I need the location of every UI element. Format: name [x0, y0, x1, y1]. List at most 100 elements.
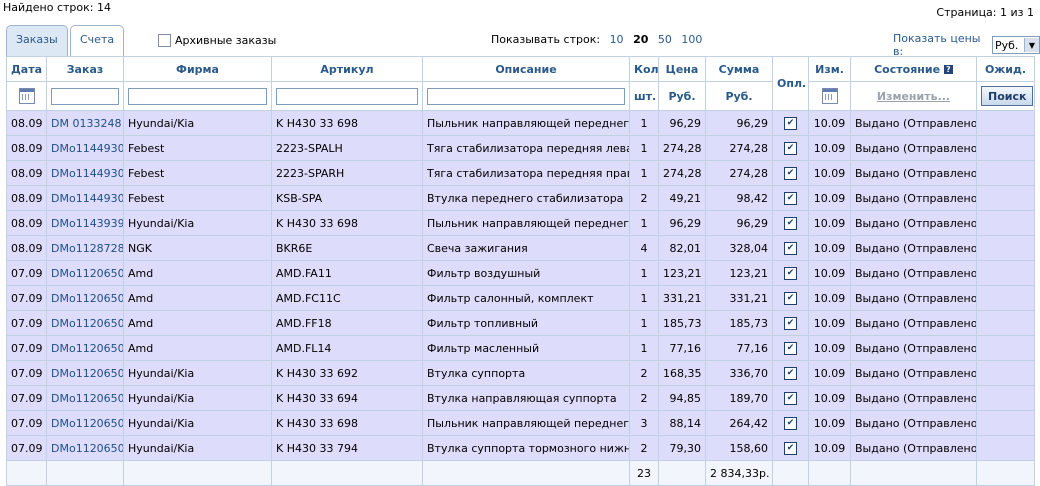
table-row[interactable]: 07.09 DMo1120650 Amd AMD.FF18 Фильтр топливн…	[6, 310, 1035, 336]
row-changed: 10.09	[808, 310, 851, 336]
col-qty[interactable]: Кол	[629, 56, 659, 82]
row-firm: Hyundai/Kia	[123, 210, 272, 236]
table-row[interactable]: 08.09 DMo1128728 NGK BKR6E Свеча зажигания 4 8…	[6, 235, 1035, 261]
row-paid: ✔	[772, 360, 809, 386]
table-row[interactable]: 08.09 DMo1143939 Hyundai/Kia K H430 33 698 П…	[6, 210, 1035, 236]
row-article: AMD.FL14	[271, 335, 423, 361]
row-firm: Hyundai/Kia	[123, 110, 272, 136]
row-order-link[interactable]: DMo1120650	[46, 260, 124, 286]
row-sum: 189,70	[705, 385, 773, 411]
currency-select[interactable]: Руб. ▼	[991, 36, 1040, 54]
row-description: Тяга стабилизатора передняя правая	[422, 160, 630, 186]
row-order-link[interactable]: DMo1120650	[46, 360, 124, 386]
row-qty: 2	[629, 185, 659, 211]
order-filter-input[interactable]	[51, 87, 119, 105]
row-order-link[interactable]: DMo1120650	[46, 435, 124, 461]
col-sum[interactable]: Сумма	[705, 56, 773, 82]
col-order[interactable]: Заказ	[46, 56, 124, 82]
tab-invoices[interactable]: Счета	[70, 25, 125, 56]
table-row[interactable]: 07.09 DMo1120650 Amd AMD.FA11 Фильтр воздушн…	[6, 260, 1035, 286]
row-paid: ✔	[772, 260, 809, 286]
rows-option-100[interactable]: 100	[681, 33, 702, 46]
table-row[interactable]: 07.09 DMo1120650 Hyundai/Kia K H430 33 698 П…	[6, 410, 1035, 436]
col-state[interactable]: Состояние ?	[850, 56, 977, 82]
row-article: K H430 33 694	[271, 385, 423, 411]
row-qty: 1	[629, 110, 659, 136]
row-order-link[interactable]: DMo1144930	[46, 160, 124, 186]
calendar-icon[interactable]	[821, 88, 838, 104]
table-row[interactable]: 08.09 DM 0133248 Hyundai/Kia K H430 33 698 П…	[6, 110, 1035, 136]
search-button[interactable]: Поиск	[981, 86, 1034, 106]
row-state: Выдано (Отправлено)	[850, 335, 977, 361]
totals-cell	[976, 460, 1035, 486]
row-order-link[interactable]: DMo1143939	[46, 210, 124, 236]
search-cell: Поиск	[976, 81, 1035, 111]
col-date[interactable]: Дата	[6, 56, 47, 82]
rows-option-10[interactable]: 10	[610, 33, 624, 46]
row-state: Выдано (Отправлено)	[850, 110, 977, 136]
checkbox-checked-icon: ✔	[784, 366, 797, 380]
row-description: Свеча зажигания	[422, 235, 630, 261]
table-row[interactable]: 08.09 DMo1144930 Febest 2223-SPARH Тяга стаб…	[6, 160, 1035, 186]
checkbox-checked-icon: ✔	[784, 291, 797, 305]
col-description[interactable]: Описание	[422, 56, 630, 82]
col-wait[interactable]: Ожид.	[976, 56, 1035, 82]
row-order-link[interactable]: DMo1144930	[46, 185, 124, 211]
row-changed: 10.09	[808, 435, 851, 461]
state-change-link[interactable]: Изменить...	[877, 90, 950, 103]
table-row[interactable]: 07.09 DMo1120650 Amd AMD.FC11C Фильтр салонн…	[6, 285, 1035, 311]
col-changed[interactable]: Изм.	[808, 56, 851, 82]
row-changed: 10.09	[808, 110, 851, 136]
calendar-icon[interactable]	[18, 88, 35, 104]
row-price: 168,35	[658, 360, 706, 386]
row-article: AMD.FA11	[271, 260, 423, 286]
help-icon[interactable]: ?	[943, 65, 953, 74]
table-row[interactable]: 07.09 DMo1120650 Amd AMD.FL14 Фильтр масленн…	[6, 335, 1035, 361]
row-changed: 10.09	[808, 385, 851, 411]
row-order-link[interactable]: DMo1128728	[46, 235, 124, 261]
row-price: 123,21	[658, 260, 706, 286]
article-filter-input[interactable]	[276, 87, 418, 105]
row-date: 07.09	[6, 285, 47, 311]
row-article: K H430 33 692	[271, 360, 423, 386]
col-paid[interactable]: Опл.	[772, 56, 809, 111]
col-article[interactable]: Артикул	[271, 56, 423, 82]
row-order-link[interactable]: DM 0133248	[46, 110, 124, 136]
row-order-link[interactable]: DMo1120650	[46, 310, 124, 336]
row-description: Тяга стабилизатора передняя левая	[422, 135, 630, 161]
row-order-link[interactable]: DMo1120650	[46, 335, 124, 361]
checkbox-checked-icon: ✔	[784, 141, 797, 155]
row-order-link[interactable]: DMo1144930	[46, 135, 124, 161]
row-order-link[interactable]: DMo1120650	[46, 285, 124, 311]
table-row[interactable]: 08.09 DMo1144930 Febest 2223-SPALH Тяга стаб…	[6, 135, 1035, 161]
col-price[interactable]: Цена	[658, 56, 706, 82]
row-state: Выдано (Отправлено)	[850, 235, 977, 261]
row-date: 08.09	[6, 135, 47, 161]
row-date: 07.09	[6, 410, 47, 436]
col-firm[interactable]: Фирма	[123, 56, 272, 82]
changed-filter	[808, 81, 851, 111]
archive-orders-option[interactable]: Архивные заказы	[158, 34, 276, 47]
row-qty: 2	[629, 360, 659, 386]
row-order-link[interactable]: DMo1120650	[46, 385, 124, 411]
chevron-down-icon[interactable]: ▼	[1024, 38, 1039, 52]
table-row[interactable]: 08.09 DMo1144930 Febest KSB-SPA Втулка перед…	[6, 185, 1035, 211]
row-description: Пыльник направляющей переднего	[422, 410, 630, 436]
archive-checkbox[interactable]	[158, 34, 171, 47]
row-price: 274,28	[658, 160, 706, 186]
row-price: 274,28	[658, 135, 706, 161]
row-order-link[interactable]: DMo1120650	[46, 410, 124, 436]
tab-orders[interactable]: Заказы	[6, 25, 68, 57]
row-changed: 10.09	[808, 210, 851, 236]
row-changed: 10.09	[808, 410, 851, 436]
row-wait	[976, 285, 1035, 311]
row-description: Фильтр масленный	[422, 335, 630, 361]
firm-filter-input[interactable]	[128, 87, 267, 105]
table-row[interactable]: 07.09 DMo1120650 Hyundai/Kia K H430 33 692 В…	[6, 360, 1035, 386]
rows-option-50[interactable]: 50	[658, 33, 672, 46]
row-description: Фильтр топливный	[422, 310, 630, 336]
table-row[interactable]: 07.09 DMo1120650 Hyundai/Kia K H430 33 694 В…	[6, 385, 1035, 411]
rows-option-20[interactable]: 20	[633, 33, 648, 46]
table-row[interactable]: 07.09 DMo1120650 Hyundai/Kia K H430 33 794 В…	[6, 435, 1035, 461]
description-filter-input[interactable]	[427, 87, 625, 105]
